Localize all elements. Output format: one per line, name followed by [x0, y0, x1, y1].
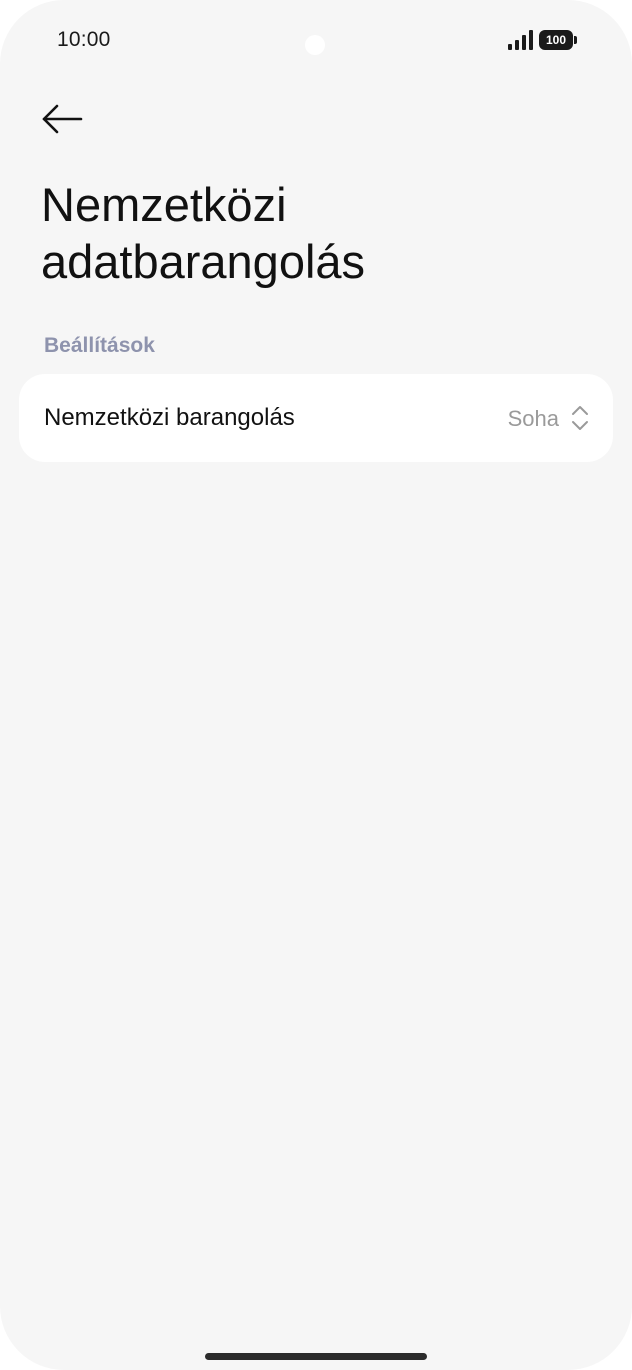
back-button[interactable] — [36, 96, 88, 142]
battery-icon: 100 — [539, 30, 577, 50]
home-indicator[interactable] — [205, 1353, 427, 1360]
battery-level: 100 — [539, 30, 573, 50]
front-camera — [305, 35, 325, 55]
page-title: Nemzetközi adatbarangolás — [41, 178, 366, 288]
chevron-up-down-icon — [572, 406, 588, 430]
cellular-signal-icon — [508, 30, 533, 50]
arrow-left-icon — [42, 104, 83, 134]
row-value: Soha — [507, 406, 559, 431]
phone-screen: 10:00 100 Nemzetközi adatbarangolás Beál… — [0, 0, 632, 1370]
status-time: 10:00 — [57, 28, 111, 51]
status-bar: 10:00 100 — [0, 0, 632, 80]
international-roaming-row[interactable]: Nemzetközi barangolás Soha — [19, 374, 613, 462]
section-header: Beállítások — [44, 334, 155, 357]
row-label: Nemzetközi barangolás — [44, 404, 295, 431]
